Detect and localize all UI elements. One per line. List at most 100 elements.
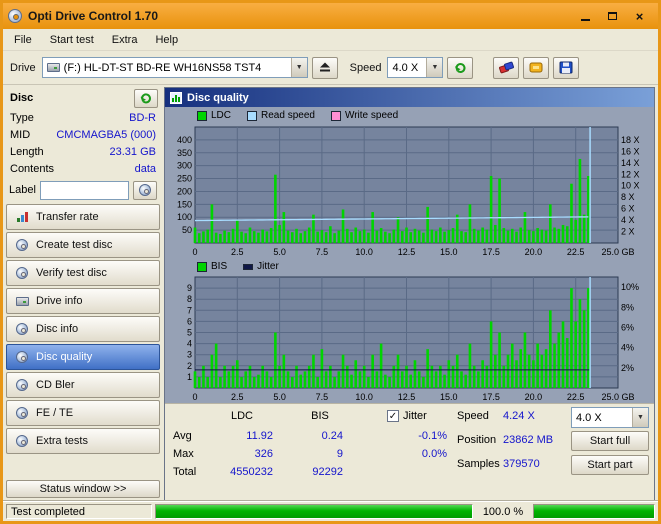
svg-text:9: 9 xyxy=(187,283,192,293)
info-label: Contents xyxy=(10,162,55,175)
svg-text:12.5: 12.5 xyxy=(398,247,416,257)
write-label-button[interactable] xyxy=(133,180,157,200)
refresh-button[interactable] xyxy=(447,56,474,79)
jitter-toggle: ✓ Jitter xyxy=(387,410,427,422)
info-value: BD-R xyxy=(129,111,156,124)
eject-button[interactable] xyxy=(311,56,338,79)
svg-text:5: 5 xyxy=(187,328,192,338)
info-value: 23.31 GB xyxy=(109,145,156,158)
info-value-link[interactable]: data xyxy=(135,163,156,175)
svg-text:10 X: 10 X xyxy=(621,181,640,191)
sidebar-item-extra-tests[interactable]: Extra tests xyxy=(6,428,160,454)
menu-file[interactable]: File xyxy=(5,31,41,49)
max-jitter: 0.0% xyxy=(421,448,447,460)
sidebar-item-cd-bler[interactable]: CD Bler xyxy=(6,372,160,398)
svg-text:400: 400 xyxy=(177,135,192,145)
info-label: Type xyxy=(10,111,34,124)
chevron-down-icon[interactable]: ▼ xyxy=(426,58,443,77)
disc-section-header: Disc xyxy=(5,87,161,109)
sidebar-item-transfer-rate[interactable]: Transfer rate xyxy=(6,204,160,230)
chevron-down-icon[interactable]: ▼ xyxy=(632,408,648,427)
svg-text:16 X: 16 X xyxy=(621,146,640,156)
disc-section-title: Disc xyxy=(10,92,34,104)
svg-text:2%: 2% xyxy=(621,363,634,373)
legend-bottom: BIS Jitter xyxy=(165,259,654,274)
status-text: Test completed xyxy=(6,504,152,519)
svg-text:7: 7 xyxy=(187,305,192,315)
status-window-button[interactable]: Status window >> xyxy=(6,480,160,498)
sidebar-item-fe-te[interactable]: FE / TE xyxy=(6,400,160,426)
drive-select[interactable]: (F:) HL-DT-ST BD-RE WH16NS58 TST4 ▼ xyxy=(41,57,308,78)
svg-text:17.5: 17.5 xyxy=(482,392,500,402)
ldc-chart: 400 350 300 250 200 150 100 50 18 X16 X 14 X12 X 1… xyxy=(177,126,640,257)
sidebar-item-label: Verify test disc xyxy=(36,267,107,279)
drive-select-value: (F:) HL-DT-ST BD-RE WH16NS58 TST4 xyxy=(63,61,262,74)
label-input[interactable] xyxy=(39,180,129,200)
disc-icon xyxy=(15,407,29,420)
erase-disc-button[interactable] xyxy=(493,56,520,79)
info-value: CMCMAGBA5 (000) xyxy=(56,128,156,141)
avg-jitter: -0.1% xyxy=(418,430,447,442)
progress-fill xyxy=(156,505,472,518)
menu-extra[interactable]: Extra xyxy=(103,31,147,49)
chevron-down-icon[interactable]: ▼ xyxy=(290,58,307,77)
svg-text:25.0 GB: 25.0 GB xyxy=(601,392,634,402)
save-button[interactable] xyxy=(553,56,580,79)
jitter-checkbox[interactable]: ✓ xyxy=(387,410,399,422)
start-part-button[interactable]: Start part xyxy=(571,455,649,475)
jitter-checkbox-label: Jitter xyxy=(403,410,427,422)
progress-bar-secondary xyxy=(533,504,655,519)
disc-icon xyxy=(15,435,29,448)
ldc-column-header: LDC xyxy=(230,410,253,422)
menu-start-test[interactable]: Start test xyxy=(41,31,103,49)
bis-column-header: BIS xyxy=(311,410,329,422)
total-bis: 92292 xyxy=(312,466,343,478)
speed-result-label: Speed xyxy=(457,410,489,422)
svg-text:12 X: 12 X xyxy=(621,169,640,179)
legend-item-ldc: LDC xyxy=(197,110,231,121)
svg-text:17.5: 17.5 xyxy=(482,247,500,257)
panel-title: Disc quality xyxy=(187,91,249,104)
speed-select[interactable]: 4.0 X ▼ xyxy=(387,57,444,78)
svg-text:2.5: 2.5 xyxy=(231,392,244,402)
svg-text:1: 1 xyxy=(187,372,192,382)
preferences-button[interactable] xyxy=(523,56,550,79)
info-label: MID xyxy=(10,128,31,141)
sidebar-item-label: Transfer rate xyxy=(36,211,99,223)
info-label: Length xyxy=(10,145,44,158)
svg-text:6%: 6% xyxy=(621,322,634,332)
chart-area: LDC Read speed Write speed 400 350 300 250 2… xyxy=(165,107,654,403)
legend-label: Read speed xyxy=(261,110,315,121)
svg-text:12.5: 12.5 xyxy=(398,392,416,402)
sidebar-item-disc-info[interactable]: Disc info xyxy=(6,316,160,342)
sidebar-item-drive-info[interactable]: Drive info xyxy=(6,288,160,314)
start-full-button[interactable]: Start full xyxy=(571,431,649,451)
ldc-swatch xyxy=(197,110,207,121)
svg-text:18 X: 18 X xyxy=(621,135,640,145)
disc-icon xyxy=(15,351,29,364)
svg-text:25.0 GB: 25.0 GB xyxy=(601,247,634,257)
minimize-button[interactable] xyxy=(572,6,599,26)
minimize-icon xyxy=(581,19,590,21)
maximize-button[interactable] xyxy=(599,6,626,26)
sidebar-item-disc-quality[interactable]: Disc quality xyxy=(6,344,160,370)
speed-select-value: 4.0 X xyxy=(392,61,419,74)
test-speed-select[interactable]: 4.0 X ▼ xyxy=(571,407,649,428)
panel-header: Disc quality xyxy=(165,88,654,107)
menu-help[interactable]: Help xyxy=(146,31,187,49)
tools-icon xyxy=(529,62,543,73)
refresh-icon xyxy=(140,92,151,103)
refresh-icon xyxy=(454,62,466,73)
sidebar-item-create-test-disc[interactable]: Create test disc xyxy=(6,232,160,258)
main-area: Disc quality LDC Read speed Write speed … xyxy=(163,85,658,501)
close-button[interactable]: × xyxy=(626,6,653,26)
label-label: Label xyxy=(9,184,36,196)
eraser-icon xyxy=(499,61,514,74)
sidebar-item-verify-test-disc[interactable]: Verify test disc xyxy=(6,260,160,286)
save-icon xyxy=(559,61,573,74)
drive-icon xyxy=(46,63,60,72)
eject-icon xyxy=(319,62,330,72)
svg-text:4%: 4% xyxy=(621,343,634,353)
svg-text:2: 2 xyxy=(187,361,192,371)
disc-refresh-button[interactable] xyxy=(134,88,158,108)
